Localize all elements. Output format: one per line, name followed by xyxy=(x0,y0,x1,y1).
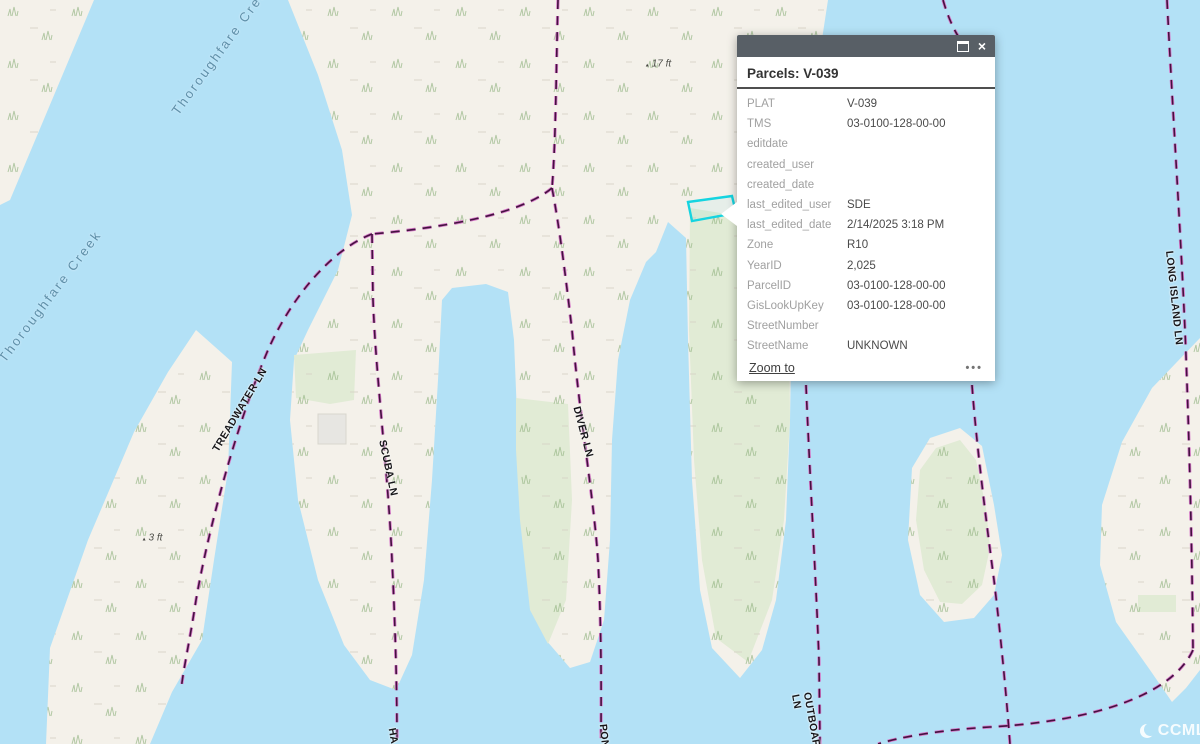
attribute-value: SDE xyxy=(847,199,871,211)
attribute-label: TMS xyxy=(747,118,847,130)
attribute-value: 03-0100-128-00-00 xyxy=(847,280,945,292)
attribute-label: PLAT xyxy=(747,98,847,110)
attribute-row: TMS03-0100-128-00-00 xyxy=(747,114,985,134)
attribution: CCML xyxy=(1140,722,1200,740)
attribute-label: last_edited_user xyxy=(747,199,847,211)
attribute-row: last_edited_date2/14/2025 3:18 PM xyxy=(747,215,985,235)
attribute-value: 03-0100-128-00-00 xyxy=(847,118,945,130)
popup-titlebar[interactable]: × xyxy=(737,35,995,57)
attribute-label: ParcelID xyxy=(747,280,847,292)
attribute-label: YearID xyxy=(747,260,847,272)
attribute-row: created_user xyxy=(747,155,985,175)
attribute-label: created_user xyxy=(747,159,847,171)
attribute-table: PLATV-039TMS03-0100-128-00-00editdatecre… xyxy=(737,89,995,356)
attribute-value: R10 xyxy=(847,239,868,251)
dock-icon[interactable] xyxy=(957,39,969,53)
parcel-info-popup: × Parcels: V-039 PLATV-039TMS03-0100-128… xyxy=(737,35,995,381)
attribute-label: StreetName xyxy=(747,340,847,352)
attribute-value: 2/14/2025 3:18 PM xyxy=(847,219,944,231)
attribute-label: GisLookUpKey xyxy=(747,300,847,312)
attribute-label: editdate xyxy=(747,138,847,150)
attribute-value: V-039 xyxy=(847,98,877,110)
attribute-row: ZoneR10 xyxy=(747,235,985,255)
attribute-value: UNKNOWN xyxy=(847,340,908,352)
zoom-to-link[interactable]: Zoom to xyxy=(749,361,795,375)
popup-title: Parcels: V-039 xyxy=(737,57,995,89)
attribute-row: ParcelID03-0100-128-00-00 xyxy=(747,276,985,296)
attribute-row: editdate xyxy=(747,134,985,154)
attribute-row: YearID2,025 xyxy=(747,256,985,276)
attribute-label: Zone xyxy=(747,239,847,251)
popup-pointer xyxy=(721,202,737,226)
attribute-label: last_edited_date xyxy=(747,219,847,231)
building-footprint xyxy=(318,414,346,444)
attribute-row: last_edited_userSDE xyxy=(747,195,985,215)
attribute-value: 03-0100-128-00-00 xyxy=(847,300,945,312)
attribute-value: 2,025 xyxy=(847,260,876,272)
attribute-label: StreetNumber xyxy=(747,320,847,332)
popup-body: Parcels: V-039 PLATV-039TMS03-0100-128-0… xyxy=(737,57,995,381)
map-viewport[interactable]: Thoroughfare CreekThoroughfare CreekTREA… xyxy=(0,0,1200,744)
attribute-row: PLATV-039 xyxy=(747,94,985,114)
attribution-text: CCML xyxy=(1158,722,1200,740)
attribute-row: created_date xyxy=(747,175,985,195)
ccml-logo-icon xyxy=(1140,724,1154,738)
map-canvas xyxy=(0,0,1200,744)
close-icon[interactable]: × xyxy=(978,39,986,53)
attribute-label: created_date xyxy=(747,179,847,191)
more-options-icon[interactable]: ••• xyxy=(965,362,983,374)
attribute-row: GisLookUpKey03-0100-128-00-00 xyxy=(747,296,985,316)
attribute-row: StreetNumber xyxy=(747,316,985,336)
popup-footer: Zoom to ••• xyxy=(737,354,995,381)
